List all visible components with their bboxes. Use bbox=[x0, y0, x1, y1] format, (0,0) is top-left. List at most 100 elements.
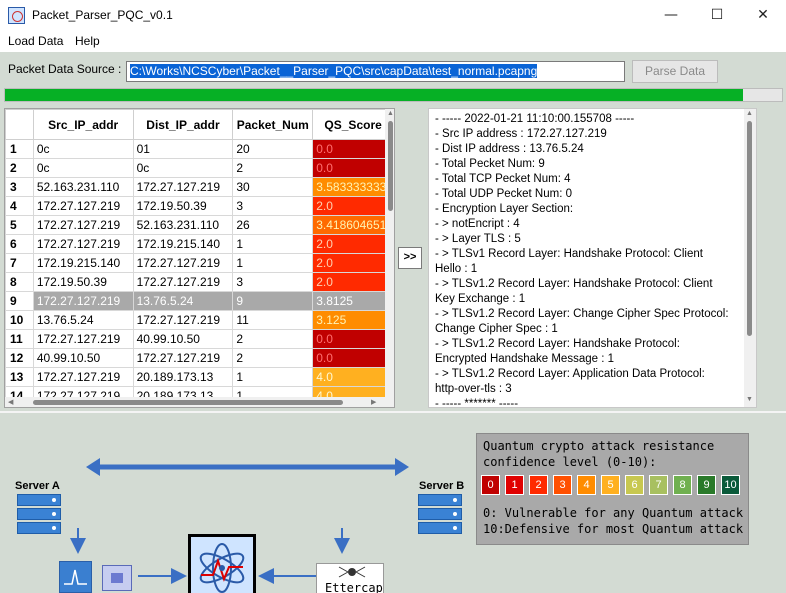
table-row[interactable]: 13 172.27.127.219 20.189.173.13 1 4.0 bbox=[5, 367, 394, 387]
table-row[interactable]: 12 40.99.10.50 172.27.127.219 2 0.0 bbox=[5, 348, 394, 368]
menu-help[interactable]: Help bbox=[75, 34, 100, 48]
column-header-packet-num[interactable]: Packet_Num bbox=[232, 109, 314, 140]
qs-score-cell[interactable]: 0.0 bbox=[312, 158, 394, 178]
qs-score-cell[interactable]: 0.0 bbox=[312, 139, 394, 159]
qs-score-cell[interactable]: 0.0 bbox=[312, 329, 394, 349]
dist-ip-cell[interactable]: 0c bbox=[132, 158, 234, 178]
packet-num-cell[interactable]: 1 bbox=[232, 253, 314, 273]
dist-ip-cell[interactable]: 40.99.10.50 bbox=[132, 329, 234, 349]
log-scrollbar[interactable]: ▲ ▼ bbox=[744, 109, 756, 407]
qs-score-cell[interactable]: 3.5833333333 bbox=[312, 177, 394, 197]
src-ip-cell[interactable]: 172.27.127.219 bbox=[32, 291, 134, 311]
src-ip-cell[interactable]: 172.27.127.219 bbox=[32, 367, 134, 387]
table-row[interactable]: 4 172.27.127.219 172.19.50.39 3 2.0 bbox=[5, 196, 394, 216]
row-number[interactable]: 1 bbox=[5, 139, 34, 159]
qs-score-cell[interactable]: 3.8125 bbox=[312, 291, 394, 311]
table-row[interactable]: 1 0c 01 20 0.0 bbox=[5, 139, 394, 159]
table-row[interactable]: 6 172.27.127.219 172.19.215.140 1 2.0 bbox=[5, 234, 394, 254]
menu-load-data[interactable]: Load Data bbox=[8, 34, 63, 48]
packet-table[interactable]: Src_IP_addr Dist_IP_addr Packet_Num QS_S… bbox=[4, 108, 395, 408]
src-ip-cell[interactable]: 172.27.127.219 bbox=[32, 196, 134, 216]
minimize-button[interactable]: — bbox=[648, 0, 694, 32]
qs-score-cell[interactable]: 0.0 bbox=[312, 348, 394, 368]
dist-ip-cell[interactable]: 172.27.127.219 bbox=[132, 348, 234, 368]
table-row[interactable]: 7 172.19.215.140 172.27.127.219 1 2.0 bbox=[5, 253, 394, 273]
row-number[interactable]: 9 bbox=[5, 291, 34, 311]
table-row[interactable]: 2 0c 0c 2 0.0 bbox=[5, 158, 394, 178]
parse-data-button[interactable]: Parse Data bbox=[632, 60, 718, 83]
packet-detail-log[interactable]: ▲ ▼ - ----- 2022-01-21 11:10:00.155708 -… bbox=[428, 108, 757, 408]
packet-num-cell[interactable]: 9 bbox=[232, 291, 314, 311]
row-number[interactable]: 13 bbox=[5, 367, 34, 387]
packet-num-cell[interactable]: 2 bbox=[232, 329, 314, 349]
qs-score-cell[interactable]: 2.0 bbox=[312, 253, 394, 273]
packet-num-cell[interactable]: 3 bbox=[232, 272, 314, 292]
row-number[interactable]: 7 bbox=[5, 253, 34, 273]
row-number[interactable]: 8 bbox=[5, 272, 34, 292]
dist-ip-cell[interactable]: 20.189.173.13 bbox=[132, 367, 234, 387]
table-row[interactable]: 5 172.27.127.219 52.163.231.110 26 3.4186046… bbox=[5, 215, 394, 235]
scroll-up-icon[interactable]: ▲ bbox=[387, 110, 394, 117]
log-scroll-thumb[interactable] bbox=[747, 121, 752, 336]
packet-num-cell[interactable]: 30 bbox=[232, 177, 314, 197]
dist-ip-cell[interactable]: 172.27.127.219 bbox=[132, 177, 234, 197]
packet-num-cell[interactable]: 1 bbox=[232, 234, 314, 254]
src-ip-cell[interactable]: 172.27.127.219 bbox=[32, 215, 134, 235]
dist-ip-cell[interactable]: 172.19.215.140 bbox=[132, 234, 234, 254]
row-number[interactable]: 12 bbox=[5, 348, 34, 368]
show-detail-button[interactable]: >> bbox=[398, 247, 422, 269]
packet-num-cell[interactable]: 26 bbox=[232, 215, 314, 235]
dist-ip-cell[interactable]: 172.27.127.219 bbox=[132, 272, 234, 292]
src-ip-cell[interactable]: 172.27.127.219 bbox=[32, 329, 134, 349]
qs-score-cell[interactable]: 2.0 bbox=[312, 272, 394, 292]
qs-score-cell[interactable]: 3.125 bbox=[312, 310, 394, 330]
src-ip-cell[interactable]: 0c bbox=[32, 139, 134, 159]
dist-ip-cell[interactable]: 13.76.5.24 bbox=[132, 291, 234, 311]
src-ip-cell[interactable]: 40.99.10.50 bbox=[32, 348, 134, 368]
table-vertical-scrollbar[interactable]: ▲ bbox=[385, 109, 394, 399]
src-ip-cell[interactable]: 172.27.127.219 bbox=[32, 234, 134, 254]
packet-num-cell[interactable]: 11 bbox=[232, 310, 314, 330]
row-number[interactable]: 2 bbox=[5, 158, 34, 178]
table-vertical-thumb[interactable] bbox=[388, 121, 393, 211]
log-scroll-down-icon[interactable]: ▼ bbox=[746, 396, 753, 403]
qs-score-cell[interactable]: 4.0 bbox=[312, 367, 394, 387]
src-ip-cell[interactable]: 52.163.231.110 bbox=[32, 177, 134, 197]
dist-ip-cell[interactable]: 52.163.231.110 bbox=[132, 215, 234, 235]
src-ip-cell[interactable]: 13.76.5.24 bbox=[32, 310, 134, 330]
qs-score-cell[interactable]: 2.0 bbox=[312, 234, 394, 254]
packet-num-cell[interactable]: 2 bbox=[232, 158, 314, 178]
row-number[interactable]: 10 bbox=[5, 310, 34, 330]
column-header-src-ip[interactable]: Src_IP_addr bbox=[32, 109, 134, 140]
table-row[interactable]: 10 13.76.5.24 172.27.127.219 11 3.125 bbox=[5, 310, 394, 330]
table-row[interactable]: 9 172.27.127.219 13.76.5.24 9 3.8125 bbox=[5, 291, 394, 311]
scroll-right-icon[interactable]: ▶ bbox=[371, 398, 376, 406]
table-row[interactable]: 3 52.163.231.110 172.27.127.219 30 3.5833333… bbox=[5, 177, 394, 197]
column-header-dist-ip[interactable]: Dist_IP_addr bbox=[132, 109, 234, 140]
table-horizontal-scrollbar[interactable]: ◀ ▶ bbox=[5, 397, 394, 407]
packet-num-cell[interactable]: 1 bbox=[232, 367, 314, 387]
table-row[interactable]: 8 172.19.50.39 172.27.127.219 3 2.0 bbox=[5, 272, 394, 292]
log-scroll-up-icon[interactable]: ▲ bbox=[746, 110, 753, 117]
qs-score-cell[interactable]: 2.0 bbox=[312, 196, 394, 216]
packet-num-cell[interactable]: 20 bbox=[232, 139, 314, 159]
maximize-button[interactable]: ☐ bbox=[694, 0, 740, 32]
dist-ip-cell[interactable]: 172.27.127.219 bbox=[132, 310, 234, 330]
row-number[interactable]: 11 bbox=[5, 329, 34, 349]
row-number[interactable]: 5 bbox=[5, 215, 34, 235]
packet-num-cell[interactable]: 3 bbox=[232, 196, 314, 216]
qs-score-cell[interactable]: 3.418604651 bbox=[312, 215, 394, 235]
src-ip-cell[interactable]: 172.19.215.140 bbox=[32, 253, 134, 273]
dist-ip-cell[interactable]: 172.27.127.219 bbox=[132, 253, 234, 273]
src-ip-cell[interactable]: 0c bbox=[32, 158, 134, 178]
source-path-input[interactable]: C:\Works\NCSCyber\Packet__Parser_PQC\src… bbox=[126, 61, 625, 82]
table-horizontal-thumb[interactable] bbox=[33, 400, 343, 405]
row-number[interactable]: 6 bbox=[5, 234, 34, 254]
src-ip-cell[interactable]: 172.19.50.39 bbox=[32, 272, 134, 292]
row-number[interactable]: 3 bbox=[5, 177, 34, 197]
packet-num-cell[interactable]: 2 bbox=[232, 348, 314, 368]
dist-ip-cell[interactable]: 01 bbox=[132, 139, 234, 159]
close-button[interactable]: ✕ bbox=[740, 0, 786, 32]
table-row[interactable]: 11 172.27.127.219 40.99.10.50 2 0.0 bbox=[5, 329, 394, 349]
scroll-left-icon[interactable]: ◀ bbox=[8, 398, 13, 406]
